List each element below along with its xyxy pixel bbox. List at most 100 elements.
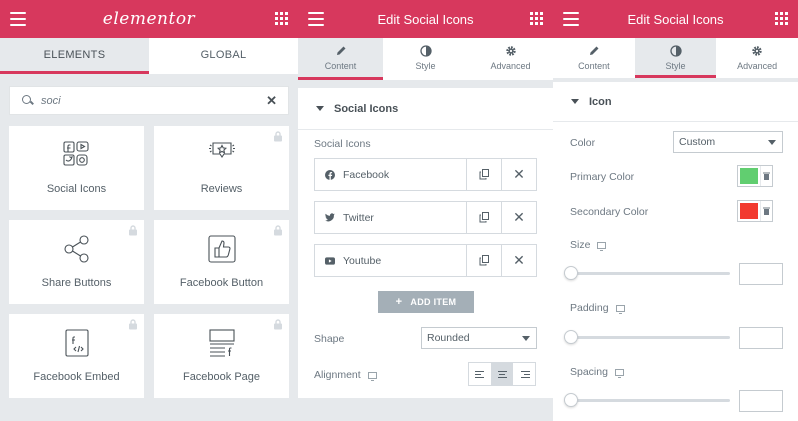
- widget-label: Social Icons: [46, 183, 107, 195]
- shape-select[interactable]: Rounded: [421, 327, 537, 349]
- section-header[interactable]: Social Icons: [298, 88, 553, 130]
- gear-icon: [505, 46, 516, 56]
- section-title: Icon: [589, 95, 612, 108]
- widget-social-icons[interactable]: Social Icons: [9, 126, 144, 210]
- social-icons-section: Social Icons Social Icons Facebook ✕ Twi…: [298, 88, 553, 398]
- close-icon: ✕: [513, 252, 525, 268]
- menu-icon[interactable]: [308, 12, 324, 26]
- style-panel: Edit Social Icons Content Style Advanced…: [553, 0, 798, 421]
- tab-style[interactable]: Style: [634, 38, 717, 78]
- editor-header: Edit Social Icons: [298, 0, 553, 38]
- grid-icon[interactable]: [775, 12, 788, 25]
- editor-title: Edit Social Icons: [377, 11, 474, 27]
- add-item-label: ADD ITEM: [410, 297, 457, 307]
- size-label: Size: [570, 239, 607, 251]
- size-slider[interactable]: [564, 266, 730, 280]
- shape-value: Rounded: [427, 332, 470, 344]
- chevron-down-icon: [522, 336, 530, 341]
- primary-color-swatch[interactable]: [740, 168, 758, 184]
- remove-button[interactable]: ✕: [501, 159, 536, 190]
- reviews-icon: [208, 142, 235, 158]
- size-input[interactable]: [739, 263, 783, 285]
- share-icon: [63, 235, 89, 263]
- elementor-logo: elementor: [102, 9, 196, 29]
- alignment-label: Alignment: [314, 369, 377, 381]
- item-label: Twitter: [343, 211, 374, 224]
- clear-color-button[interactable]: [760, 166, 772, 186]
- lock-icon: [129, 319, 137, 330]
- duplicate-button[interactable]: [466, 245, 501, 276]
- color-label: Color: [570, 137, 596, 149]
- elements-panel: elementor ELEMENTS GLOBAL ✕ Social Icons: [0, 0, 298, 421]
- spacing-input[interactable]: [739, 390, 783, 412]
- editor-header: Edit Social Icons: [553, 0, 798, 38]
- color-select[interactable]: Custom: [673, 131, 783, 153]
- repeater-item[interactable]: Twitter ✕: [314, 201, 537, 234]
- tab-content[interactable]: Content: [298, 38, 383, 80]
- remove-button[interactable]: ✕: [501, 245, 536, 276]
- lock-icon: [274, 131, 282, 142]
- desktop-icon[interactable]: [367, 371, 377, 381]
- widget-facebook-embed[interactable]: Facebook Embed: [9, 314, 144, 398]
- widget-facebook-page[interactable]: Facebook Page: [154, 314, 289, 398]
- clear-color-button[interactable]: [760, 201, 772, 221]
- widget-share-buttons[interactable]: Share Buttons: [9, 220, 144, 304]
- search-input[interactable]: [41, 94, 261, 107]
- spacing-slider[interactable]: [564, 393, 730, 407]
- tab-label: Content: [578, 61, 610, 71]
- widget-grid: Social Icons Reviews Share Buttons Faceb…: [9, 126, 289, 398]
- menu-icon[interactable]: [10, 12, 26, 26]
- duplicate-button[interactable]: [466, 159, 501, 190]
- padding-input[interactable]: [739, 327, 783, 349]
- desktop-icon[interactable]: [615, 304, 625, 314]
- align-center-button[interactable]: [491, 363, 513, 385]
- duplicate-button[interactable]: [466, 202, 501, 233]
- spacing-label: Spacing: [570, 366, 624, 378]
- align-right-button[interactable]: [513, 363, 535, 385]
- desktop-icon[interactable]: [614, 368, 624, 378]
- grid-icon[interactable]: [275, 12, 288, 25]
- secondary-color-swatch[interactable]: [740, 203, 758, 219]
- slider-handle[interactable]: [564, 330, 578, 344]
- caret-down-icon: [571, 99, 579, 104]
- tab-advanced[interactable]: Advanced: [468, 38, 553, 80]
- tab-elements[interactable]: ELEMENTS: [0, 38, 149, 74]
- alignment-control: [468, 362, 536, 386]
- primary-color-picker[interactable]: [737, 165, 773, 187]
- clear-search-icon[interactable]: ✕: [266, 93, 277, 109]
- facebook-page-icon: [208, 329, 235, 357]
- add-item-button[interactable]: + ADD ITEM: [378, 291, 474, 313]
- slider-handle[interactable]: [564, 393, 578, 407]
- color-value: Custom: [679, 136, 716, 148]
- secondary-color-label: Secondary Color: [570, 206, 649, 218]
- tab-global[interactable]: GLOBAL: [149, 38, 298, 74]
- grid-icon[interactable]: [530, 12, 543, 25]
- social-icons-icon: [62, 141, 89, 166]
- lock-icon: [129, 225, 137, 236]
- remove-button[interactable]: ✕: [501, 202, 536, 233]
- widget-facebook-button[interactable]: Facebook Button: [154, 220, 289, 304]
- chevron-down-icon: [768, 140, 776, 145]
- contrast-icon: [419, 45, 432, 57]
- tab-label: Style: [415, 61, 436, 71]
- elements-header: elementor: [0, 0, 298, 38]
- copy-icon: [479, 212, 489, 223]
- repeater-item[interactable]: Facebook ✕: [314, 158, 537, 191]
- tab-style[interactable]: Style: [383, 38, 468, 80]
- secondary-color-picker[interactable]: [737, 200, 773, 222]
- tab-advanced[interactable]: Advanced: [716, 38, 798, 78]
- gear-icon: [752, 46, 762, 56]
- menu-icon[interactable]: [563, 12, 579, 26]
- desktop-icon[interactable]: [597, 241, 607, 251]
- thumbs-up-icon: [207, 235, 236, 263]
- slider-handle[interactable]: [564, 266, 578, 280]
- section-header[interactable]: Icon: [553, 82, 798, 122]
- tab-content[interactable]: Content: [553, 38, 635, 78]
- widget-label: Share Buttons: [41, 277, 112, 289]
- widget-reviews[interactable]: Reviews: [154, 126, 289, 210]
- content-panel: Edit Social Icons Content Style Advanced…: [298, 0, 553, 421]
- padding-slider[interactable]: [564, 330, 730, 344]
- repeater-item[interactable]: Youtube ✕: [314, 244, 537, 277]
- align-left-button[interactable]: [469, 363, 491, 385]
- pencil-icon: [336, 46, 345, 55]
